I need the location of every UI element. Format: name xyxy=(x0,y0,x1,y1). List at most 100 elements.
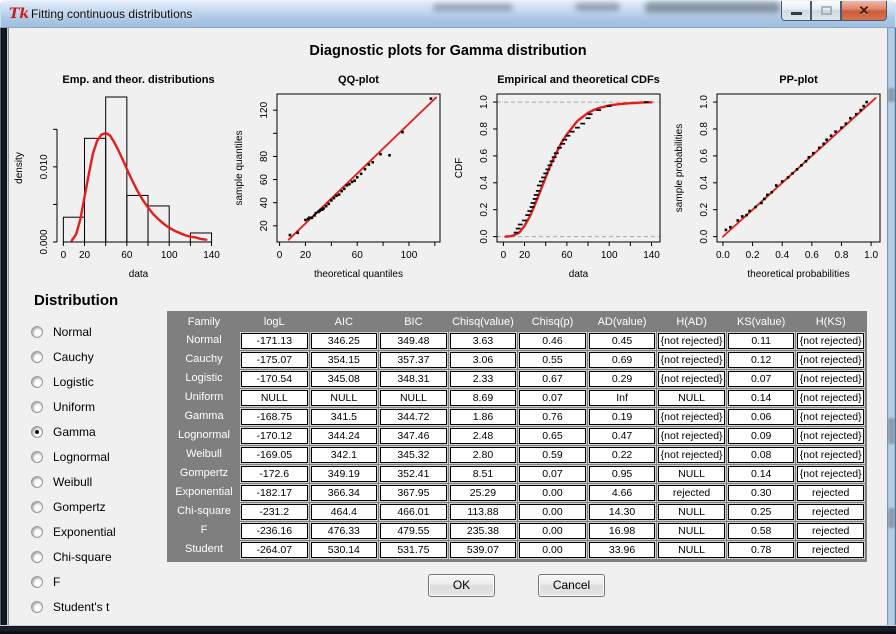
minimize-button[interactable] xyxy=(781,1,811,21)
table-cell: 0.76 xyxy=(519,409,586,425)
ok-button[interactable]: OK xyxy=(428,574,495,597)
maximize-button[interactable] xyxy=(811,1,841,21)
table-cell: 539.07 xyxy=(450,542,517,558)
table-cell: {not rejected} xyxy=(797,352,864,368)
family-label: Gamma xyxy=(170,407,238,426)
cancel-button[interactable]: Cancel xyxy=(538,574,605,597)
family-label: Gompertz xyxy=(170,464,238,483)
table-cell: 2.48 xyxy=(450,428,517,444)
table-cell: 349.48 xyxy=(380,333,447,349)
window-border-left xyxy=(0,28,9,634)
table-cell: NULL xyxy=(241,390,308,406)
table-cell: 464.4 xyxy=(311,504,378,520)
table-cell: 0.58 xyxy=(728,523,795,539)
table-cell: 0.00 xyxy=(519,523,586,539)
close-button[interactable]: ✕ xyxy=(841,1,887,21)
svg-text:0.0: 0.0 xyxy=(716,250,730,261)
table-cell: 16.98 xyxy=(589,523,656,539)
table-cell: NULL xyxy=(380,390,447,406)
table-cell: 348.31 xyxy=(380,371,447,387)
svg-text:0.0: 0.0 xyxy=(699,229,710,243)
column-header: KS(value) xyxy=(728,312,795,333)
table-cell: {not rejected} xyxy=(797,371,864,387)
svg-text:1.0: 1.0 xyxy=(479,95,490,109)
table-cell: -175.07 xyxy=(241,352,308,368)
radio-gamma[interactable]: Gamma xyxy=(31,419,116,444)
svg-text:20: 20 xyxy=(79,250,91,261)
family-label: Uniform xyxy=(170,388,238,407)
svg-text:CDF: CDF xyxy=(454,158,465,179)
radio-logistic[interactable]: Logistic xyxy=(31,369,116,394)
table-cell: 0.78 xyxy=(728,542,795,558)
column-header: logL xyxy=(241,312,308,333)
radio-label: Normal xyxy=(53,325,92,339)
radio-label: Logistic xyxy=(53,375,94,389)
radio-gompertz[interactable]: Gompertz xyxy=(31,494,116,519)
svg-text:60: 60 xyxy=(259,174,270,186)
svg-text:sample quantiles: sample quantiles xyxy=(234,130,245,205)
svg-text:0.6: 0.6 xyxy=(479,149,490,163)
table-cell: 0.25 xyxy=(728,504,795,520)
glass-reflection xyxy=(645,2,780,13)
radio-lognormal[interactable]: Lognormal xyxy=(31,444,116,469)
table-cell: rejected xyxy=(797,542,864,558)
cdf-plot: Empirical and theoretical CDFsdataCDF020… xyxy=(451,70,667,282)
radio-cauchy[interactable]: Cauchy xyxy=(31,344,116,369)
minimize-icon xyxy=(791,12,802,15)
radio-normal[interactable]: Normal xyxy=(31,319,116,344)
dialog-content: Diagnostic plots for Gamma distribution … xyxy=(9,28,887,625)
radio-label: Lognormal xyxy=(53,450,110,464)
svg-text:0.8: 0.8 xyxy=(699,122,710,136)
table-cell: 349.19 xyxy=(311,466,378,482)
svg-text:80: 80 xyxy=(259,150,270,162)
svg-text:0.4: 0.4 xyxy=(775,250,789,261)
svg-text:theoretical probabilities: theoretical probabilities xyxy=(747,269,849,280)
table-cell: 2.80 xyxy=(450,447,517,463)
radio-chi-square[interactable]: Chi-square xyxy=(31,544,116,569)
table-cell: {not rejected} xyxy=(658,409,725,425)
density-plot: Emp. and theor. distributionsdatadensity… xyxy=(11,70,227,282)
radio-student-s-t[interactable]: Student's t xyxy=(31,594,116,619)
svg-text:Emp. and theor. distributions: Emp. and theor. distributions xyxy=(62,74,214,86)
radio-icon xyxy=(31,326,43,338)
svg-text:0: 0 xyxy=(61,250,67,261)
table-cell: 0.07 xyxy=(728,371,795,387)
distribution-heading: Distribution xyxy=(34,292,118,309)
radio-weibull[interactable]: Weibull xyxy=(31,469,116,494)
radio-exponential[interactable]: Exponential xyxy=(31,519,116,544)
svg-text:20: 20 xyxy=(259,220,270,232)
column-header: BIC xyxy=(380,312,447,333)
radio-f[interactable]: F xyxy=(31,569,116,594)
table-cell: {not rejected} xyxy=(658,333,725,349)
table-cell: 354.15 xyxy=(311,352,378,368)
svg-text:0.2: 0.2 xyxy=(699,202,710,216)
table-cell: 0.95 xyxy=(589,466,656,482)
table-cell: 367.95 xyxy=(380,485,447,501)
svg-text:0.010: 0.010 xyxy=(39,154,50,179)
window-border-right xyxy=(887,28,896,634)
window-title: Fitting continuous distributions xyxy=(31,7,192,21)
family-label: Chi-square xyxy=(170,502,238,521)
table-cell: 14.30 xyxy=(589,504,656,520)
radio-uniform[interactable]: Uniform xyxy=(31,394,116,419)
svg-text:60: 60 xyxy=(561,250,573,261)
table-cell: 346.25 xyxy=(311,333,378,349)
column-header: Chisq(value) xyxy=(450,312,517,333)
table-cell: 0.19 xyxy=(589,409,656,425)
table-cell: 0.11 xyxy=(728,333,795,349)
svg-text:120: 120 xyxy=(259,101,270,118)
svg-text:60: 60 xyxy=(121,250,133,261)
table-cell: {not rejected} xyxy=(797,466,864,482)
radio-label: Weibull xyxy=(53,475,92,489)
table-cell: 366.34 xyxy=(311,485,378,501)
table-cell: 0.00 xyxy=(519,542,586,558)
window-border-bottom xyxy=(0,625,896,634)
radio-icon xyxy=(31,401,43,413)
table-cell: 0.46 xyxy=(519,333,586,349)
table-cell: 0.55 xyxy=(519,352,586,368)
table-cell: 3.63 xyxy=(450,333,517,349)
radio-icon xyxy=(31,451,43,463)
table-cell: 476.33 xyxy=(311,523,378,539)
table-cell: {not rejected} xyxy=(658,371,725,387)
family-label: F xyxy=(170,521,238,540)
